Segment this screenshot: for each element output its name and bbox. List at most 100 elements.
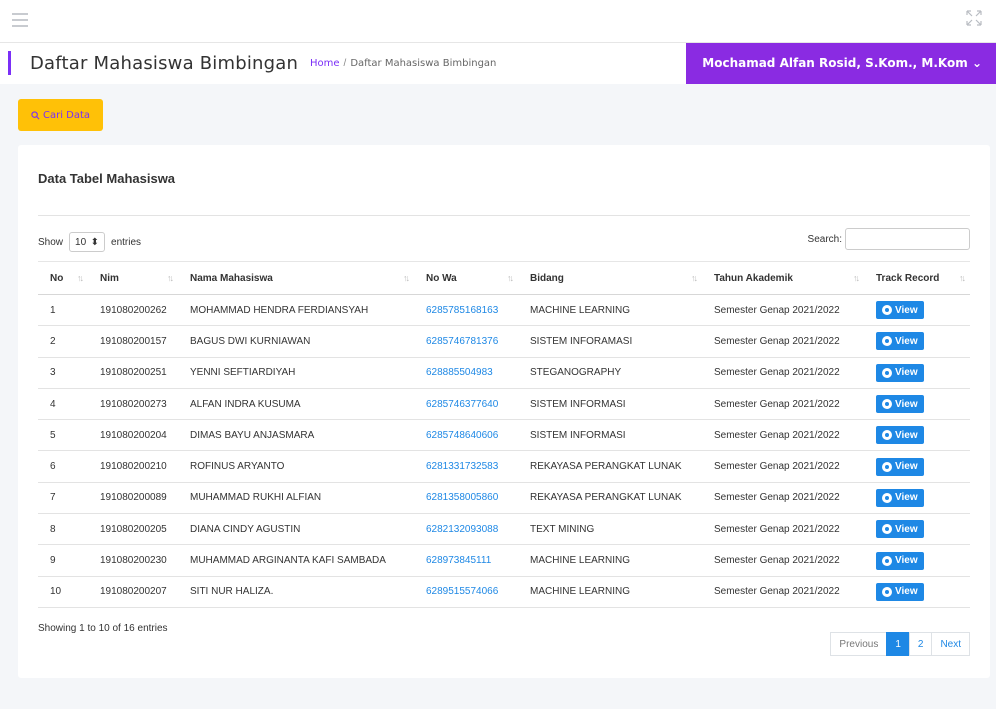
row-track-record: View [864, 576, 970, 608]
table-row: 10 191080200207 SITI NUR HALIZA. 6289515574… [38, 576, 970, 608]
eye-icon [882, 399, 892, 410]
row-nim: 191080200157 [88, 325, 178, 358]
row-nim: 191080200210 [88, 450, 178, 483]
eye-icon [882, 305, 892, 316]
view-button[interactable]: View [876, 395, 924, 414]
page-2-button[interactable]: 2 [908, 632, 933, 656]
breadcrumb-home-link[interactable]: Home [310, 58, 340, 69]
row-track-record: View [864, 325, 970, 358]
row-nama: ROFINUS ARYANTO [178, 450, 414, 483]
row-tahun-akademik: Semester Genap 2021/2022 [702, 388, 864, 421]
row-whatsapp-link[interactable]: 6289515574066 [414, 576, 518, 608]
row-tahun-akademik: Semester Genap 2021/2022 [702, 419, 864, 452]
table-search: Search: [808, 228, 970, 250]
select-arrows-icon: ⬍ [90, 236, 100, 248]
table-row: 2 191080200157 BAGUS DWI KURNIAWAN 62857467… [38, 325, 970, 358]
entries-value: 10 [75, 236, 87, 248]
row-whatsapp-link[interactable]: 6285746781376 [414, 325, 518, 358]
menu-icon[interactable] [12, 13, 28, 29]
top-navbar [0, 0, 996, 43]
breadcrumb-current: Daftar Mahasiswa Bimbingan [350, 58, 497, 69]
view-button[interactable]: View [876, 582, 924, 601]
view-button[interactable]: View [876, 426, 924, 445]
chevron-down-icon: ⌄ [971, 56, 982, 70]
previous-page-button[interactable]: Previous [830, 632, 888, 656]
row-no: 5 [38, 419, 88, 452]
sort-icon: ↑↓ [167, 273, 174, 283]
sort-icon: ↑↓ [403, 273, 410, 283]
row-tahun-akademik: Semester Genap 2021/2022 [702, 482, 864, 515]
search-icon [31, 110, 40, 119]
row-nama: BAGUS DWI KURNIAWAN [178, 325, 414, 358]
view-label: View [895, 461, 918, 473]
row-nim: 191080200089 [88, 482, 178, 515]
view-button[interactable]: View [876, 301, 924, 320]
page-title: Daftar Mahasiswa Bimbingan [30, 53, 299, 74]
row-whatsapp-link[interactable]: 6285785168163 [414, 294, 518, 327]
row-track-record: View [864, 294, 970, 327]
sort-icon: ↑↓ [77, 273, 84, 283]
view-label: View [895, 586, 918, 598]
pagination: Previous 1 2 Next [830, 632, 970, 656]
view-button[interactable]: View [876, 551, 924, 570]
entries-label: entries [111, 236, 142, 248]
sort-icon: ↑↓ [691, 273, 698, 283]
entries-select[interactable]: 10 ⬍ [69, 232, 106, 252]
row-whatsapp-link[interactable]: 6281358005860 [414, 482, 518, 515]
row-bidang: SISTEM INFORMASI [518, 419, 702, 452]
search-data-button[interactable]: Cari Data [18, 99, 103, 131]
search-data-label: Cari Data [42, 109, 91, 121]
page-1-button[interactable]: 1 [886, 632, 910, 656]
row-track-record: View [864, 513, 970, 546]
column-header-nim[interactable]: Nim ↑↓ [88, 261, 178, 295]
row-bidang: TEXT MINING [518, 513, 702, 546]
row-whatsapp-link[interactable]: 6282132093088 [414, 513, 518, 546]
row-track-record: View [864, 544, 970, 577]
view-button[interactable]: View [876, 520, 924, 539]
row-whatsapp-link[interactable]: 6285746377640 [414, 388, 518, 421]
view-label: View [895, 304, 918, 316]
view-button[interactable]: View [876, 363, 924, 382]
column-header-no-wa[interactable]: No Wa ↑↓ [414, 261, 518, 295]
title-accent-bar [8, 51, 11, 75]
eye-icon [882, 430, 892, 441]
next-page-button[interactable]: Next [931, 632, 970, 656]
column-header-nama[interactable]: Nama Mahasiswa ↑↓ [178, 261, 414, 295]
table-row: 7 191080200089 MUHAMMAD RUKHI ALFIAN 628135… [38, 482, 970, 515]
column-header-no[interactable]: No ↑↓ [38, 261, 88, 295]
row-nim: 191080200204 [88, 419, 178, 452]
show-label: Show [38, 236, 64, 248]
row-bidang: SISTEM INFORAMASI [518, 325, 702, 358]
page-header: Daftar Mahasiswa Bimbingan Home / Daftar M… [0, 43, 996, 84]
eye-icon [882, 367, 892, 378]
row-whatsapp-link[interactable]: 6285748640606 [414, 419, 518, 452]
column-header-track-record[interactable]: Track Record ↑↓ [864, 261, 970, 295]
row-no: 10 [38, 576, 88, 608]
column-header-tahun-akademik[interactable]: Tahun Akademik ↑↓ [702, 261, 864, 295]
view-button[interactable]: View [876, 332, 924, 351]
view-label: View [895, 555, 918, 567]
row-bidang: MACHINE LEARNING [518, 544, 702, 577]
row-whatsapp-link[interactable]: 628973845111 [414, 544, 518, 577]
table-info: Showing 1 to 10 of 16 entries [38, 623, 168, 634]
row-tahun-akademik: Semester Genap 2021/2022 [702, 294, 864, 327]
row-nim: 191080200207 [88, 576, 178, 608]
search-label: Search: [807, 233, 842, 245]
column-header-bidang[interactable]: Bidang ↑↓ [518, 261, 702, 295]
table-body: 1 191080200262 MOHAMMAD HENDRA FERDIANSYAH… [38, 294, 970, 608]
search-input[interactable] [845, 228, 970, 250]
eye-icon [882, 461, 892, 472]
row-tahun-akademik: Semester Genap 2021/2022 [702, 513, 864, 546]
students-table: No ↑↓ Nim ↑↓ Nama Mahasiswa ↑↓ No Wa ↑↓ Bida… [38, 261, 970, 608]
row-whatsapp-link[interactable]: 6281331732583 [414, 450, 518, 483]
row-whatsapp-link[interactable]: 628885504983 [414, 357, 518, 389]
view-button[interactable]: View [876, 488, 924, 507]
fullscreen-icon[interactable] [964, 8, 984, 28]
user-name: Mochamad Alfan Rosid, S.Kom., M.Kom [702, 56, 968, 70]
view-button[interactable]: View [876, 457, 924, 476]
row-nama: MUHAMMAD ARGINANTA KAFI SAMBADA [178, 544, 414, 577]
row-tahun-akademik: Semester Genap 2021/2022 [702, 450, 864, 483]
user-menu[interactable]: Mochamad Alfan Rosid, S.Kom., M.Kom ⌄ [686, 43, 996, 84]
row-no: 7 [38, 482, 88, 515]
card-title: Data Tabel Mahasiswa [38, 171, 176, 186]
